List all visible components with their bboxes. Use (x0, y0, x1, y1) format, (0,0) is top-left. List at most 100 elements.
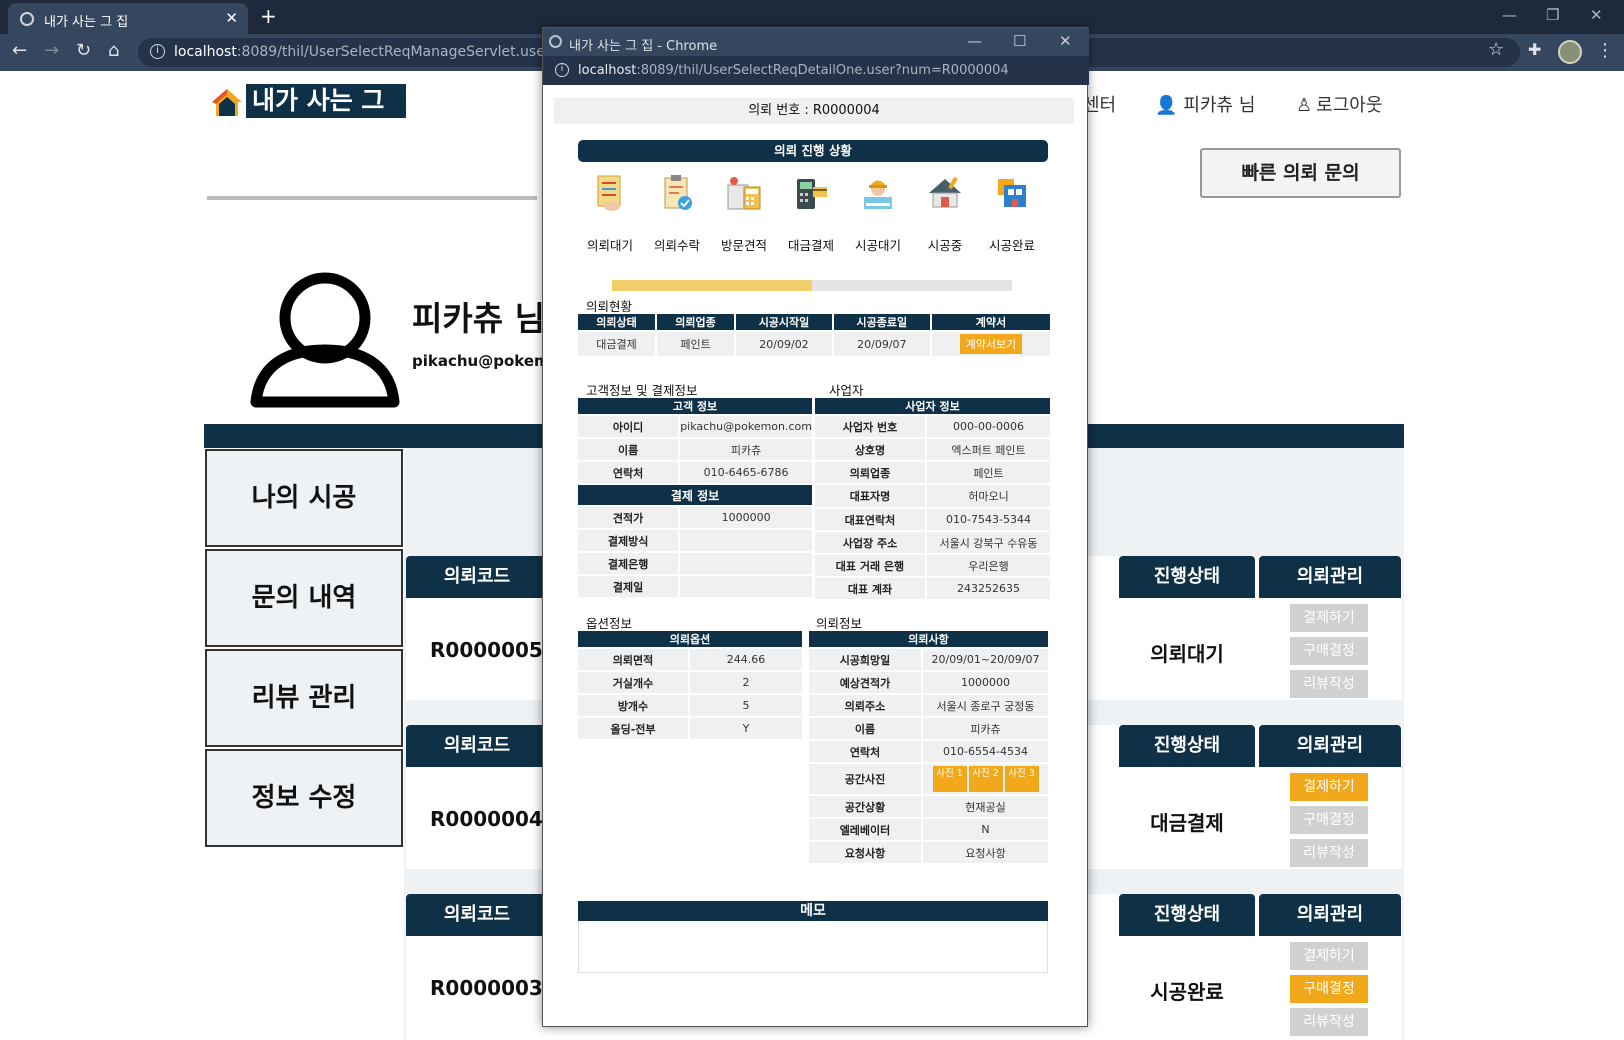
memo-header: 메모 (578, 901, 1048, 921)
column-header-status: 진행상태 (1119, 725, 1255, 767)
nav-user[interactable]: 👤 피카츄 님 (1155, 91, 1255, 117)
field-label: 사업장 주소 (813, 530, 927, 555)
start-date-value: 20/09/02 (734, 330, 834, 358)
field-value: 5 (688, 693, 804, 718)
purchase-confirm-button[interactable]: 구매결정 (1290, 637, 1368, 665)
pay-button[interactable]: 결제하기 (1290, 604, 1368, 632)
field-label: 결제방식 (575, 528, 681, 553)
field-label: 엘레베이터 (807, 817, 923, 842)
field-label: 올딩-전부 (576, 716, 690, 741)
memo-area[interactable] (578, 921, 1048, 973)
maximize-icon[interactable]: ☐ (1013, 32, 1026, 50)
status-header: 의뢰업종 (655, 312, 737, 332)
extensions-icon[interactable]: ✚ (1528, 40, 1541, 59)
clipboard-check-icon (664, 175, 692, 210)
photo-3-button[interactable]: 사진 3 (1004, 766, 1039, 792)
field-value: 20/09/01~20/09/07 (921, 647, 1050, 672)
field-value: 요청사항 (921, 840, 1050, 865)
house-logo-icon (212, 89, 242, 116)
pay-button[interactable]: 결제하기 (1290, 773, 1368, 801)
field-value: 010-6465-6786 (678, 460, 814, 485)
menu-icon[interactable]: ⋮ (1596, 40, 1614, 61)
column-header-code: 의뢰코드 (406, 894, 548, 936)
progress-track (612, 280, 1012, 291)
step-label: 의뢰수락 (653, 238, 700, 253)
window-close-icon[interactable]: ✕ (1590, 6, 1603, 24)
request-status: 시공완료 (1150, 980, 1224, 1004)
divider (207, 196, 537, 200)
forward-icon[interactable]: → (44, 40, 59, 61)
status-value: 대금결제 (575, 330, 658, 358)
status-header: 시공시작일 (734, 312, 834, 332)
step-payment: 대금결제 (779, 173, 843, 254)
status-header: 시공종료일 (831, 312, 932, 332)
column-header-status: 진행상태 (1119, 894, 1255, 936)
site-logo[interactable]: 내가 사는 그 집 (210, 84, 406, 149)
field-label: 공간상황 (807, 794, 923, 819)
request-status: 의뢰대기 (1150, 642, 1224, 666)
field-label: 대표 거래 은행 (813, 553, 927, 578)
back-icon[interactable]: ← (12, 40, 27, 61)
view-contract-button[interactable]: 계약서보기 (959, 334, 1023, 354)
bookmark-star-icon[interactable]: ☆ (1488, 39, 1504, 60)
column-header-manage: 의뢰관리 (1259, 725, 1401, 767)
field-value: 010-7543-5344 (925, 507, 1052, 532)
info-icon[interactable]: i (150, 44, 165, 59)
purchase-confirm-button[interactable]: 구매결정 (1290, 806, 1368, 834)
restore-icon[interactable]: ❐ (1546, 6, 1559, 24)
photo-2-button[interactable]: 사진 2 (968, 766, 1003, 792)
payment-header: 결제 정보 (576, 483, 814, 507)
close-tab-icon[interactable]: ✕ (225, 9, 238, 27)
field-label: 의뢰주소 (807, 693, 923, 718)
write-review-button[interactable]: 리뷰작성 (1290, 839, 1368, 867)
purchase-confirm-button[interactable]: 구매결정 (1290, 975, 1368, 1003)
minimize-icon[interactable]: — (967, 32, 982, 50)
pay-button[interactable]: 결제하기 (1290, 942, 1368, 970)
browser-tab[interactable]: 내가 사는 그 집 ✕ (8, 3, 248, 34)
popup-close-icon[interactable]: ✕ (1059, 32, 1072, 50)
card-terminal-icon (797, 179, 827, 209)
options-header: 의뢰옵션 (576, 629, 804, 649)
step-label: 방문견적 (720, 238, 767, 253)
field-value (678, 528, 814, 553)
nav-logout[interactable]: ♙ 로그아웃 (1296, 91, 1382, 117)
write-review-button[interactable]: 리뷰작성 (1290, 1008, 1368, 1036)
sidebar-item-my-construction[interactable]: 나의 시공 (205, 449, 403, 547)
business-table: 사업자 정보 사업자 번호 000-00-0006 상호명 엑스퍼트 페인트 의뢰업… (813, 396, 1052, 601)
field-value: 서울시 종로구 궁정동 (921, 693, 1050, 718)
field-label: 예상견적가 (807, 670, 923, 695)
field-label: 시공희망일 (807, 647, 923, 672)
reload-icon[interactable]: ↻ (76, 40, 91, 61)
info-icon[interactable]: i (555, 63, 569, 77)
sidebar-item-edit-info[interactable]: 정보 수정 (205, 749, 403, 847)
profile-email: pikachu@pokemo (412, 352, 560, 370)
field-label: 대표자명 (813, 483, 927, 509)
field-value: 1000000 (678, 505, 814, 530)
step-label: 시공완료 (988, 238, 1035, 253)
write-review-button[interactable]: 리뷰작성 (1290, 670, 1368, 698)
globe-icon (20, 12, 34, 26)
popup-address-bar: i localhost:8089/thil/UserSelectReqDetai… (543, 56, 1089, 85)
progress-fill (612, 280, 812, 291)
photo-1-button[interactable]: 사진 1 (932, 766, 967, 792)
sidebar-item-inquiries[interactable]: 문의 내역 (205, 549, 403, 647)
field-label: 거실개수 (576, 670, 690, 695)
field-label: 연락처 (575, 460, 681, 485)
request-status: 대금결제 (1150, 811, 1224, 835)
worker-icon (864, 180, 892, 209)
home-icon[interactable]: ⌂ (108, 40, 119, 61)
quick-inquiry-button[interactable]: 빠른 의뢰 문의 (1200, 148, 1401, 198)
field-value: 000-00-0006 (925, 414, 1052, 439)
profile-avatar[interactable] (1558, 40, 1582, 64)
end-date-value: 20/09/07 (831, 330, 932, 358)
user-avatar-icon (250, 272, 400, 408)
step-construction-waiting: 시공대기 (846, 173, 910, 254)
contract-cell: 계약서보기 (929, 330, 1053, 358)
new-tab-icon[interactable]: + (260, 4, 277, 28)
sidebar-item-reviews[interactable]: 리뷰 관리 (205, 649, 403, 747)
user-icon: 👤 (1155, 95, 1178, 116)
step-accepted: 의뢰수락 (645, 173, 709, 254)
detail-popup-window: 내가 사는 그 집 - Chrome — ☐ ✕ i localhost:808… (542, 27, 1089, 1027)
minimize-icon[interactable]: — (1502, 6, 1517, 24)
step-label: 시공중 (927, 238, 963, 253)
